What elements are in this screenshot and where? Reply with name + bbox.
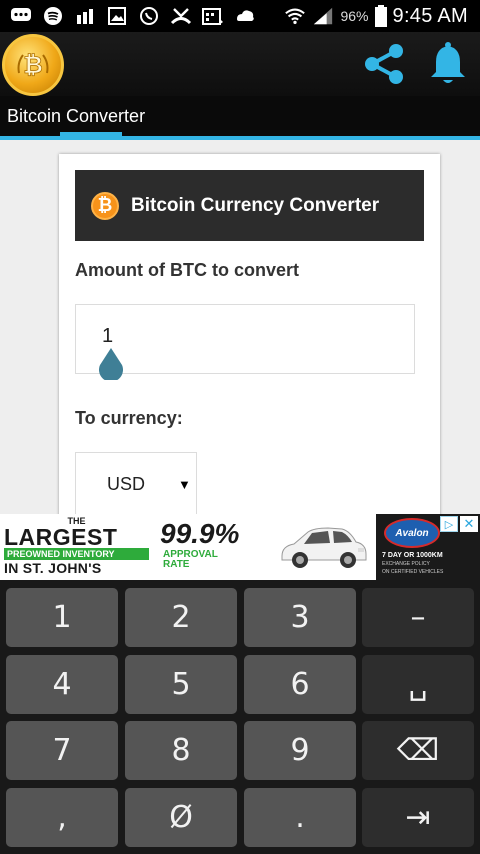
currency-selected-value: USD [107,474,146,494]
tab-bitcoin-converter[interactable]: Bitcoin Converter [0,96,152,136]
converter-title: Bitcoin Currency Converter [131,194,380,216]
ad-percent: 99.9% [160,518,240,549]
bitcoin-logo-icon: ₿ [2,34,64,96]
notifications-button[interactable] [424,40,472,88]
brightness-icon [74,6,96,26]
key-comma[interactable]: , [6,788,118,847]
ad-text-largest: LARGEST [4,524,118,550]
whatsapp-icon [138,6,160,26]
key-1[interactable]: 1 [6,588,118,647]
svg-text:₿: ₿ [23,51,43,79]
key-backspace[interactable]: ⌫ [362,721,474,780]
key-7[interactable]: 7 [6,721,118,780]
car-image [278,520,370,574]
key-5[interactable]: 5 [125,655,237,714]
app-bar: ₿ [0,32,480,96]
share-button[interactable] [358,40,410,88]
chat-icon [10,6,32,26]
key-0[interactable]: Ø [125,788,237,847]
ad-dealer-logo: Avalon [384,518,440,548]
ad-banner[interactable]: THE LARGEST PREOWNED INVENTORY IN ST. JO… [0,514,480,580]
ad-text-preowned: PREOWNED INVENTORY [4,548,149,560]
text-cursor-handle[interactable] [98,348,124,382]
battery-percent: 96% [340,8,369,24]
key-2[interactable]: 2 [125,588,237,647]
ad-text-day-offer: 7 DAY OR 1000KM [382,552,443,559]
tab-bar: Bitcoin Converter [0,96,480,140]
key-9[interactable]: 9 [244,721,356,780]
key-period[interactable]: . [244,788,356,847]
spotify-icon [42,6,64,26]
notification-icons [10,6,256,26]
ad-text-policy-2: ON CERTIFIED VEHICLES [382,569,444,575]
clock: 9:45 AM [392,4,468,27]
active-tab-indicator [60,132,122,136]
key-6[interactable]: 6 [244,655,356,714]
amount-input[interactable]: 1 [75,304,415,374]
battery-icon [374,5,387,27]
ad-text-policy-1: EXCHANGE POLICY [382,561,430,567]
converter-header: ₿ Bitcoin Currency Converter [75,170,424,241]
bitcoin-icon: ₿ [91,191,119,220]
signal-icon [312,6,334,26]
ad-offer: 7 DAY OR 1000KM EXCHANGE POLICY ON CERTI… [382,552,443,576]
ad-text-rate: RATE [163,559,190,570]
ad-close-icon[interactable]: ✕ [460,516,478,532]
key-minus[interactable]: – [362,588,474,647]
share-icon [365,44,403,84]
key-next[interactable]: ⇥ [362,788,474,847]
ad-headline: THE LARGEST PREOWNED INVENTORY IN ST. JO… [4,516,152,576]
key-3[interactable]: 3 [244,588,356,647]
image-icon [106,6,128,26]
key-4[interactable]: 4 [6,655,118,714]
chevron-down-icon: ▼ [178,477,191,492]
key-8[interactable]: 8 [125,721,237,780]
calendar-icon [202,6,224,26]
numeric-keyboard: 1 2 3 – 4 5 6 ␣ 7 8 9 ⌫ , Ø . ⇥ [0,580,480,854]
key-space[interactable]: ␣ [362,655,474,714]
status-bar: 96% 9:45 AM [0,0,480,32]
cloud-icon [234,6,256,26]
missed-call-icon [170,6,192,26]
amount-label: Amount of BTC to convert [75,260,299,280]
ad-approval-rate: APPROVAL RATE [163,550,218,570]
ad-text-city: IN ST. JOHN'S [4,560,102,576]
converter-card: ₿ Bitcoin Currency Converter Amount of B… [59,154,440,534]
ad-choices-icon[interactable]: ▷ [440,516,458,532]
currency-label: To currency: [75,408,183,428]
wifi-icon [284,6,306,26]
system-status: 96% 9:45 AM [284,5,468,28]
bell-icon [431,42,465,83]
